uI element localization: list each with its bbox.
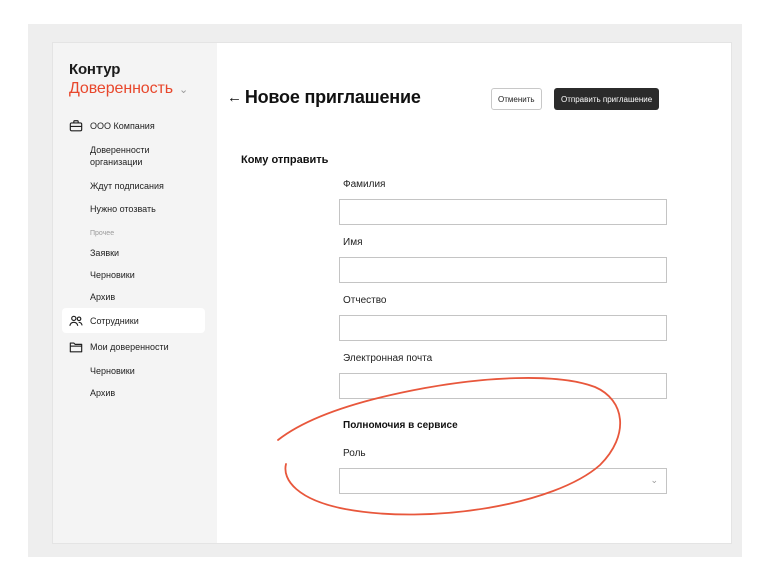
last-name-label: Фамилия	[343, 179, 386, 190]
sidebar: Контур Доверенность ⌄ ООО Компания Довер…	[53, 43, 217, 543]
sidebar-item-my-poa[interactable]: Мои доверенности	[69, 340, 169, 354]
sidebar-item-awaiting-signature[interactable]: Ждут подписания	[90, 180, 164, 192]
middle-name-input[interactable]	[339, 315, 667, 341]
section-title-permissions: Полномочия в сервисе	[343, 420, 458, 431]
role-select[interactable]: ⌄	[339, 468, 667, 494]
briefcase-icon	[69, 120, 83, 132]
sidebar-item-label: ООО Компания	[90, 121, 155, 131]
section-title-recipient: Кому отправить	[241, 154, 329, 166]
folder-icon	[69, 342, 83, 353]
sidebar-item-requests[interactable]: Заявки	[90, 247, 119, 259]
brand-name: Контур	[69, 61, 121, 78]
sidebar-item-archive[interactable]: Архив	[90, 291, 115, 303]
chevron-down-icon: ⌄	[178, 83, 189, 96]
page-title-text: Новое приглашение	[244, 87, 421, 107]
product-switcher[interactable]: Доверенность ⌄	[69, 80, 188, 98]
sidebar-item-org-poa[interactable]: Доверенности организации	[90, 144, 200, 168]
first-name-input[interactable]	[339, 257, 667, 283]
app-window: Контур Доверенность ⌄ ООО Компания Довер…	[52, 42, 732, 544]
middle-name-label: Отчество	[343, 295, 387, 306]
users-icon	[69, 315, 83, 326]
email-input[interactable]	[339, 373, 667, 399]
email-label: Электронная почта	[343, 353, 433, 364]
role-label: Роль	[343, 448, 366, 459]
sidebar-item-company[interactable]: ООО Компания	[69, 119, 155, 133]
page-title: ← Новое приглашение	[227, 87, 421, 108]
chevron-down-icon: ⌄	[650, 475, 658, 485]
first-name-label: Имя	[343, 237, 363, 248]
sidebar-item-to-revoke[interactable]: Нужно отозвать	[90, 203, 156, 215]
sidebar-item-label: Сотрудники	[90, 316, 139, 326]
sidebar-heading-other: Прочее	[90, 230, 115, 237]
sidebar-item-my-drafts[interactable]: Черновики	[90, 365, 135, 377]
sidebar-item-drafts[interactable]: Черновики	[90, 269, 135, 281]
sidebar-item-employees[interactable]: Сотрудники	[69, 314, 139, 328]
sidebar-item-my-archive[interactable]: Архив	[90, 387, 115, 399]
back-arrow-icon[interactable]: ←	[227, 89, 242, 106]
product-name: Доверенность	[69, 80, 173, 97]
last-name-input[interactable]	[339, 199, 667, 225]
cancel-button[interactable]: Отменить	[491, 88, 542, 110]
send-invitation-button[interactable]: Отправить приглашение	[554, 88, 660, 110]
sidebar-item-label: Мои доверенности	[90, 342, 169, 352]
